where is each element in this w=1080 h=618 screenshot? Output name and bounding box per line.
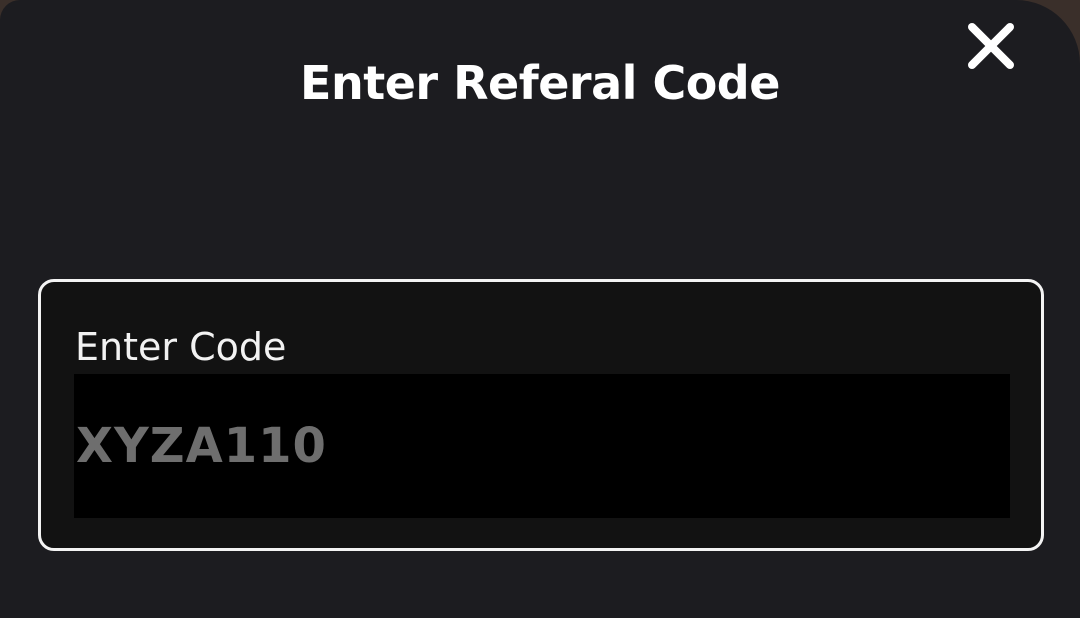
code-field-label: Enter Code bbox=[75, 325, 287, 369]
referral-code-input[interactable] bbox=[74, 374, 1010, 518]
referral-code-dialog: Enter Referal Code Enter Code bbox=[0, 0, 1080, 618]
close-icon bbox=[960, 20, 1022, 74]
dialog-title: Enter Referal Code bbox=[300, 56, 780, 110]
close-button[interactable] bbox=[960, 20, 1022, 74]
code-card: Enter Code bbox=[38, 279, 1044, 551]
